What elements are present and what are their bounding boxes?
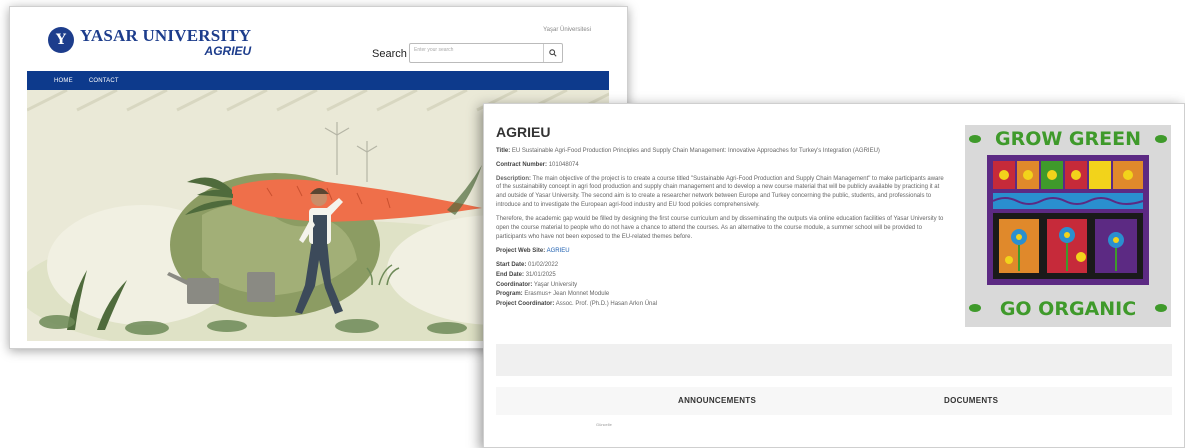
field-label: Project Coordinator: xyxy=(496,300,555,307)
sections-bar: ANNOUNCEMENTS DOCUMENTS xyxy=(496,387,1172,415)
search-input[interactable]: Enter your search xyxy=(414,47,453,53)
field-label: Program: xyxy=(496,291,523,298)
announcement-item[interactable]: Güncelle xyxy=(596,422,612,427)
project-details: AGRIEU Title: EU Sustainable Agri-Food P… xyxy=(496,122,948,314)
field-end: End Date: 31/01/2025 xyxy=(496,271,948,280)
field-label: Start Date: xyxy=(496,262,527,269)
field-project-coordinator: Project Coordinator: Assoc. Prof. (Ph.D.… xyxy=(496,300,948,309)
main-nav: HOME CONTACT xyxy=(27,71,609,90)
field-value: Assoc. Prof. (Ph.D.) Hasan Arkın Ünal xyxy=(555,300,658,307)
search-box[interactable]: Enter your search xyxy=(409,43,563,63)
field-value: EU Sustainable Agri-Food Production Prin… xyxy=(511,148,880,155)
announcements-heading[interactable]: ANNOUNCEMENTS xyxy=(678,396,756,405)
poster-bottom-text: GO ORGANIC xyxy=(1000,298,1136,320)
logo-title: YASAR UNIVERSITY xyxy=(80,26,252,45)
field-label: Title: xyxy=(496,148,511,155)
search-icon xyxy=(549,49,557,57)
field-label: Project Web Site: xyxy=(496,248,546,255)
field-value: 101048074 xyxy=(548,161,579,168)
field-coordinator: Coordinator: Yaşar University xyxy=(496,281,948,290)
field-label: Coordinator: xyxy=(496,281,533,288)
documents-heading[interactable]: DOCUMENTS xyxy=(944,396,998,405)
field-value: The main objective of the project is to … xyxy=(496,175,944,208)
search-button[interactable] xyxy=(543,44,562,62)
content-band xyxy=(496,344,1172,376)
field-contract: Contract Number: 101048074 xyxy=(496,161,948,170)
project-window: AGRIEU Title: EU Sustainable Agri-Food P… xyxy=(483,103,1185,448)
field-program: Program: Erasmus+ Jean Monnet Module xyxy=(496,290,948,299)
field-description: Description: The main objective of the p… xyxy=(496,175,948,210)
description-paragraph-2: Therefore, the academic gap would be fil… xyxy=(496,216,944,240)
project-website-link[interactable]: AGRIEU xyxy=(547,248,570,254)
field-value: 01/02/2022 xyxy=(528,262,559,269)
field-label: End Date: xyxy=(496,271,525,278)
university-emblem-icon: Y xyxy=(48,27,74,53)
field-value: 31/01/2025 xyxy=(525,271,556,278)
field-start: Start Date: 01/02/2022 xyxy=(496,261,948,270)
field-label: Description: xyxy=(496,175,532,182)
nav-home[interactable]: HOME xyxy=(54,78,73,84)
field-title: Title: EU Sustainable Agri-Food Producti… xyxy=(496,147,948,156)
field-value: Erasmus+ Jean Monnet Module xyxy=(524,291,610,298)
search-label: Search xyxy=(372,48,407,60)
top-link[interactable]: Yaşar Üniversitesi xyxy=(543,27,591,33)
field-value: Yaşar University xyxy=(533,281,578,288)
grow-green-poster: GROW GREEN GO ORGANIC xyxy=(965,125,1171,327)
field-website: Project Web Site: AGRIEU xyxy=(496,247,948,256)
nav-contact[interactable]: CONTACT xyxy=(89,78,119,84)
logo-subtitle: AGRIEU xyxy=(204,44,252,58)
page-title: AGRIEU xyxy=(496,124,551,140)
university-logo[interactable]: Y YASAR UNIVERSITY AGRIEU xyxy=(48,27,251,57)
poster-top-text: GROW GREEN xyxy=(995,128,1141,150)
field-label: Contract Number: xyxy=(496,161,548,168)
